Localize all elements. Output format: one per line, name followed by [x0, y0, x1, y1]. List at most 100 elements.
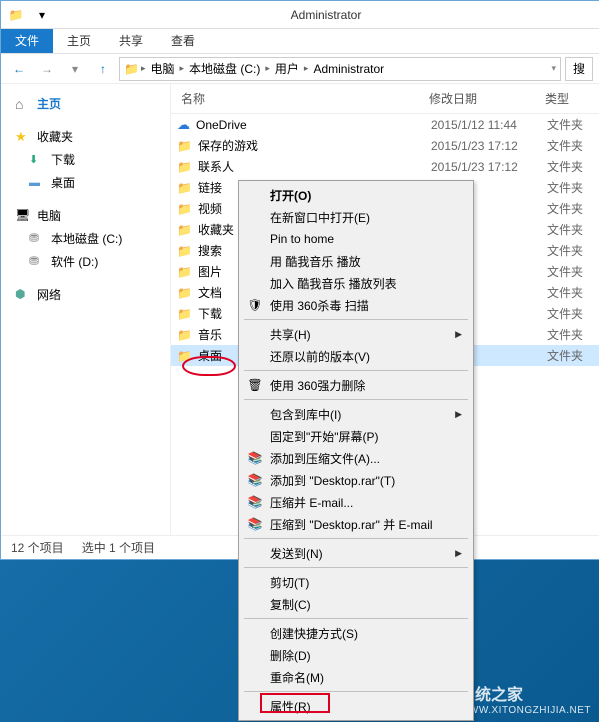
menu-item[interactable]: 🛡使用 360杀毒 扫描	[242, 294, 470, 316]
menu-item[interactable]: 固定到"开始"屏幕(P)	[242, 425, 470, 447]
quickaccess-1[interactable]: ▾	[31, 4, 53, 26]
forward-button[interactable]: →	[35, 57, 59, 81]
col-date[interactable]: 修改日期	[429, 90, 545, 107]
menu-item[interactable]: 复制(C)	[242, 593, 470, 615]
menu-label: 剪切(T)	[270, 574, 309, 591]
file-row[interactable]: 保存的游戏 2015/1/23 17:12文件夹	[171, 135, 599, 156]
menu-label: 添加到 "Desktop.rar"(T)	[270, 472, 395, 489]
item-icon	[177, 139, 192, 153]
submenu-arrow-icon: ▶	[455, 548, 462, 559]
tab-file[interactable]: 文件	[1, 29, 53, 53]
item-type: 文件夹	[547, 137, 597, 154]
item-name: 收藏夹	[198, 221, 234, 238]
menu-label: 使用 360强力删除	[270, 377, 365, 394]
menu-item[interactable]: 还原以前的版本(V)	[242, 345, 470, 367]
sidebar-disk-d[interactable]: 软件 (D:)	[1, 250, 170, 273]
menu-item[interactable]: 属性(R)	[242, 695, 470, 717]
menu-item[interactable]: 发送到(N)▶	[242, 542, 470, 564]
up-button[interactable]: ↑	[91, 57, 115, 81]
menu-label: 添加到压缩文件(A)...	[270, 450, 380, 467]
tab-view[interactable]: 查看	[157, 29, 209, 53]
item-icon	[177, 202, 192, 216]
menu-item[interactable]: 打开(O)	[242, 184, 470, 206]
item-icon	[177, 223, 192, 237]
menu-label: 压缩到 "Desktop.rar" 并 E-mail	[270, 516, 433, 533]
menu-icon: 📚	[246, 449, 264, 467]
menu-item[interactable]: 创建快捷方式(S)	[242, 622, 470, 644]
menu-item[interactable]: Pin to home	[242, 228, 470, 250]
search-input[interactable]: 搜	[565, 57, 593, 81]
file-row[interactable]: OneDrive2015/1/12 11:44文件夹	[171, 114, 599, 135]
menu-label: 重命名(M)	[270, 669, 324, 686]
sidebar-disk-c[interactable]: 本地磁盘 (C:)	[1, 227, 170, 250]
item-date: 2015/1/23 17:12	[431, 139, 547, 153]
menu-label: 在新窗口中打开(E)	[270, 209, 370, 226]
path-seg[interactable]: 用户	[272, 59, 302, 78]
item-name: 链接	[198, 179, 222, 196]
menu-label: 固定到"开始"屏幕(P)	[270, 428, 379, 445]
col-name[interactable]: 名称	[175, 90, 429, 107]
path-seg[interactable]: 电脑	[147, 59, 177, 78]
context-menu: 打开(O) 在新窗口中打开(E) Pin to home 用 酷我音乐 播放加入 酷我…	[238, 180, 474, 721]
item-name: 联系人	[198, 158, 234, 175]
status-selected: 选中 1 个项目	[82, 539, 155, 556]
path-seg[interactable]: 本地磁盘 (C:)	[186, 59, 263, 78]
breadcrumb[interactable]: ▸ 电脑▸ 本地磁盘 (C:)▸ 用户▸ Administrator ▾	[119, 57, 561, 81]
item-icon	[177, 307, 192, 321]
menu-item[interactable]: 重命名(M)	[242, 666, 470, 688]
item-type: 文件夹	[547, 179, 597, 196]
menu-item[interactable]: 📚 添加到压缩文件(A)...	[242, 447, 470, 469]
item-type: 文件夹	[547, 116, 597, 133]
menu-item[interactable]: 📚 压缩并 E-mail...	[242, 491, 470, 513]
sidebar-home[interactable]: 主页	[1, 92, 170, 115]
back-button[interactable]: ←	[7, 57, 31, 81]
menu-label: 属性(R)	[270, 698, 311, 715]
recent-dropdown[interactable]: ▾	[63, 57, 87, 81]
ribbon: 文件 主页 共享 查看	[1, 29, 599, 53]
sidebar-desktop[interactable]: 桌面	[1, 171, 170, 194]
window-title: Administrator	[53, 8, 599, 22]
file-row[interactable]: 联系人2015/1/23 17:12文件夹	[171, 156, 599, 177]
col-type[interactable]: 类型	[545, 90, 595, 107]
item-icon	[177, 244, 192, 258]
item-icon	[177, 160, 192, 174]
nav-sidebar: 主页 收藏夹 下载 桌面 电脑 本地磁盘 (C:) 软件 (D:) 网络	[1, 84, 171, 535]
sidebar-downloads[interactable]: 下载	[1, 148, 170, 171]
tab-home[interactable]: 主页	[53, 29, 105, 53]
menu-item[interactable]: 共享(H)▶	[242, 323, 470, 345]
titlebar: ▾ Administrator	[1, 1, 599, 29]
item-type: 文件夹	[547, 242, 597, 259]
tab-share[interactable]: 共享	[105, 29, 157, 53]
item-icon	[177, 349, 192, 363]
menu-item[interactable]: 📚压缩到 "Desktop.rar" 并 E-mail	[242, 513, 470, 535]
menu-label: 复制(C)	[270, 596, 311, 613]
menu-item[interactable]: 删除(D)	[242, 644, 470, 666]
submenu-arrow-icon: ▶	[455, 409, 462, 420]
menu-item[interactable]: 剪切(T)	[242, 571, 470, 593]
menu-label: 共享(H)	[270, 326, 311, 343]
menu-item[interactable]: 🗑 使用 360强力删除	[242, 374, 470, 396]
menu-icon: 🗑	[246, 376, 264, 394]
item-icon	[177, 181, 192, 195]
path-seg[interactable]: Administrator	[310, 61, 387, 77]
item-type: 文件夹	[547, 305, 597, 322]
item-name: 桌面	[198, 347, 222, 364]
item-type: 文件夹	[547, 326, 597, 343]
menu-item[interactable]: 加入 酷我音乐 播放列表	[242, 272, 470, 294]
item-name: 保存的游戏	[198, 137, 258, 154]
menu-item[interactable]: 包含到库中(I)▶	[242, 403, 470, 425]
menu-label: 用 酷我音乐 播放	[270, 253, 361, 270]
menu-item[interactable]: 📚添加到 "Desktop.rar"(T)	[242, 469, 470, 491]
menu-label: 创建快捷方式(S)	[270, 625, 358, 642]
sidebar-network[interactable]: 网络	[1, 283, 170, 306]
item-type: 文件夹	[547, 200, 597, 217]
menu-icon: 📚	[246, 493, 264, 511]
column-headers[interactable]: 名称 修改日期 类型	[171, 84, 599, 114]
path-dropdown[interactable]: ▾	[551, 63, 556, 74]
sidebar-pc[interactable]: 电脑	[1, 204, 170, 227]
menu-item[interactable]: 用 酷我音乐 播放	[242, 250, 470, 272]
menu-label: 压缩并 E-mail...	[270, 494, 353, 511]
item-icon	[177, 265, 192, 279]
menu-item[interactable]: 在新窗口中打开(E)	[242, 206, 470, 228]
sidebar-favorites[interactable]: 收藏夹	[1, 125, 170, 148]
